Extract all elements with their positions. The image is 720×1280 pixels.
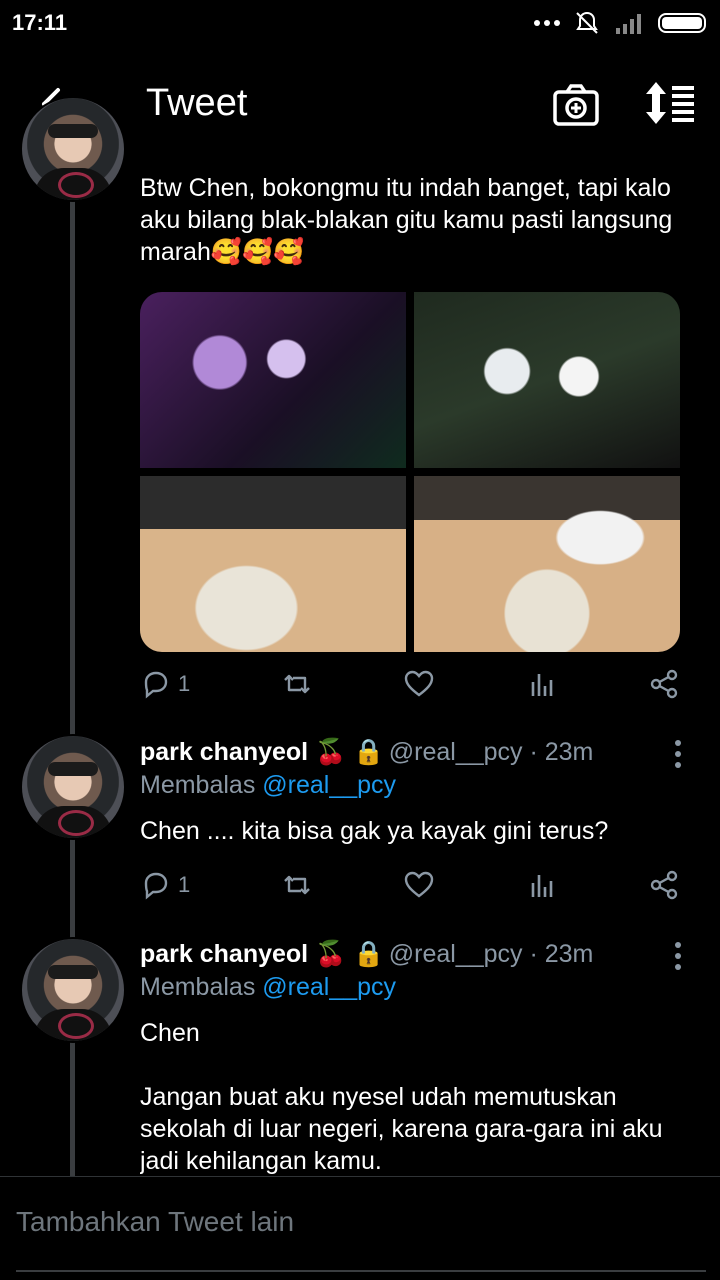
tweet-header: park chanyeol 🍒 🔒 @real__pcy · 23m bbox=[140, 940, 593, 969]
retweet-icon bbox=[283, 875, 310, 895]
media-photo[interactable] bbox=[414, 476, 680, 652]
analytics-icon bbox=[531, 674, 552, 696]
replying-to: Membalas @real__pcy bbox=[140, 973, 396, 1002]
status-time: 17:11 bbox=[12, 10, 68, 35]
camera-plus-icon[interactable] bbox=[552, 82, 600, 128]
avatar[interactable] bbox=[20, 937, 126, 1043]
tweet-text: Chen bbox=[140, 1019, 200, 1047]
share-button[interactable] bbox=[648, 869, 680, 901]
battery-icon bbox=[658, 13, 706, 33]
analytics-icon bbox=[531, 875, 552, 897]
retweet-icon bbox=[283, 674, 310, 694]
more-options-icon[interactable] bbox=[673, 740, 683, 768]
more-options-icon[interactable] bbox=[673, 942, 683, 970]
media-photo[interactable] bbox=[140, 292, 406, 468]
like-button[interactable] bbox=[403, 668, 435, 700]
heart-icon bbox=[404, 871, 434, 898]
retweet-button[interactable] bbox=[281, 869, 313, 901]
user-name[interactable]: park chanyeol 🍒 🔒 bbox=[140, 940, 384, 968]
tweet-text: Btw Chen, bokongmu itu indah banget, tap… bbox=[140, 174, 673, 266]
user-handle[interactable]: @real__pcy · 23m bbox=[389, 940, 594, 968]
more-dots-icon bbox=[534, 20, 560, 26]
reply-count: 1 bbox=[178, 872, 191, 897]
tweet-media-grid[interactable] bbox=[140, 292, 680, 652]
retweet-button[interactable] bbox=[281, 668, 313, 700]
media-photo[interactable] bbox=[414, 292, 680, 468]
reply-icon bbox=[144, 872, 168, 900]
mute-icon bbox=[576, 11, 598, 34]
reply-icon bbox=[144, 671, 168, 699]
share-icon bbox=[650, 669, 678, 699]
user-name[interactable]: park chanyeol 🍒 🔒 bbox=[140, 738, 384, 766]
reply-count: 1 bbox=[178, 671, 191, 696]
replying-to-handle[interactable]: @real__pcy bbox=[262, 973, 396, 1001]
tweet-text: Chen .... kita bisa gak ya kayak gini te… bbox=[140, 817, 609, 845]
add-tweet-input[interactable]: Tambahkan Tweet lain bbox=[16, 1206, 294, 1238]
replying-to-label: Membalas bbox=[140, 973, 256, 1001]
like-button[interactable] bbox=[403, 869, 435, 901]
status-icons bbox=[534, 8, 706, 38]
share-icon bbox=[650, 870, 678, 900]
divider bbox=[0, 1176, 720, 1177]
analytics-button[interactable] bbox=[526, 668, 558, 700]
analytics-button[interactable] bbox=[526, 869, 558, 901]
input-underline bbox=[16, 1270, 706, 1272]
tweet-text: Jangan buat aku nyesel udah memutuskan s… bbox=[140, 1083, 663, 1175]
tweet-actions: 1 bbox=[140, 869, 680, 901]
signal-icon bbox=[616, 14, 641, 34]
reply-button[interactable]: 1 bbox=[140, 668, 190, 700]
reply-button[interactable]: 1 bbox=[140, 869, 190, 901]
avatar[interactable] bbox=[20, 96, 126, 202]
replying-to-label: Membalas bbox=[140, 771, 256, 799]
tweet-header: park chanyeol 🍒 🔒 @real__pcy · 23m bbox=[140, 738, 593, 767]
heart-icon bbox=[404, 670, 434, 697]
tweet-actions: 1 bbox=[140, 668, 680, 700]
media-photo[interactable] bbox=[140, 476, 406, 652]
replying-to-handle[interactable]: @real__pcy bbox=[262, 771, 396, 799]
page-title: Tweet bbox=[146, 82, 248, 124]
share-button[interactable] bbox=[648, 668, 680, 700]
replying-to: Membalas @real__pcy bbox=[140, 771, 396, 800]
sort-icon[interactable] bbox=[644, 80, 696, 126]
avatar[interactable] bbox=[20, 734, 126, 840]
user-handle[interactable]: @real__pcy · 23m bbox=[389, 738, 594, 766]
